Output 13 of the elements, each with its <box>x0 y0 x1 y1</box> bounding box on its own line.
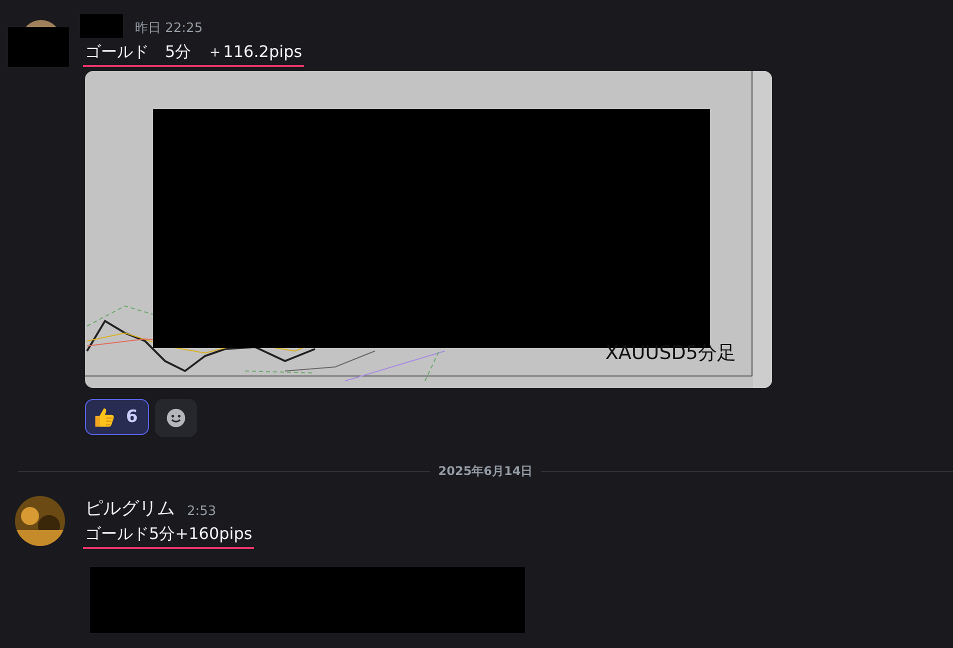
username[interactable]: ピルグリム <box>85 496 175 520</box>
message-text: ゴールド5分+160pips <box>83 524 254 549</box>
reaction-button[interactable]: 6 <box>85 399 149 435</box>
redaction-overlay <box>80 14 123 38</box>
avatar[interactable] <box>15 496 65 546</box>
date-divider: 2025年6月14日 <box>437 463 534 480</box>
smiley-icon <box>164 407 187 429</box>
image-caption: XAUUSD5分足 <box>605 341 736 366</box>
message-text: ゴールド 5分 ＋116.2pips <box>83 42 304 67</box>
add-reaction-button[interactable] <box>154 399 197 437</box>
timestamp: 昨日 22:25 <box>135 20 203 38</box>
redaction-overlay <box>8 27 69 67</box>
timestamp: 2:53 <box>187 504 216 520</box>
